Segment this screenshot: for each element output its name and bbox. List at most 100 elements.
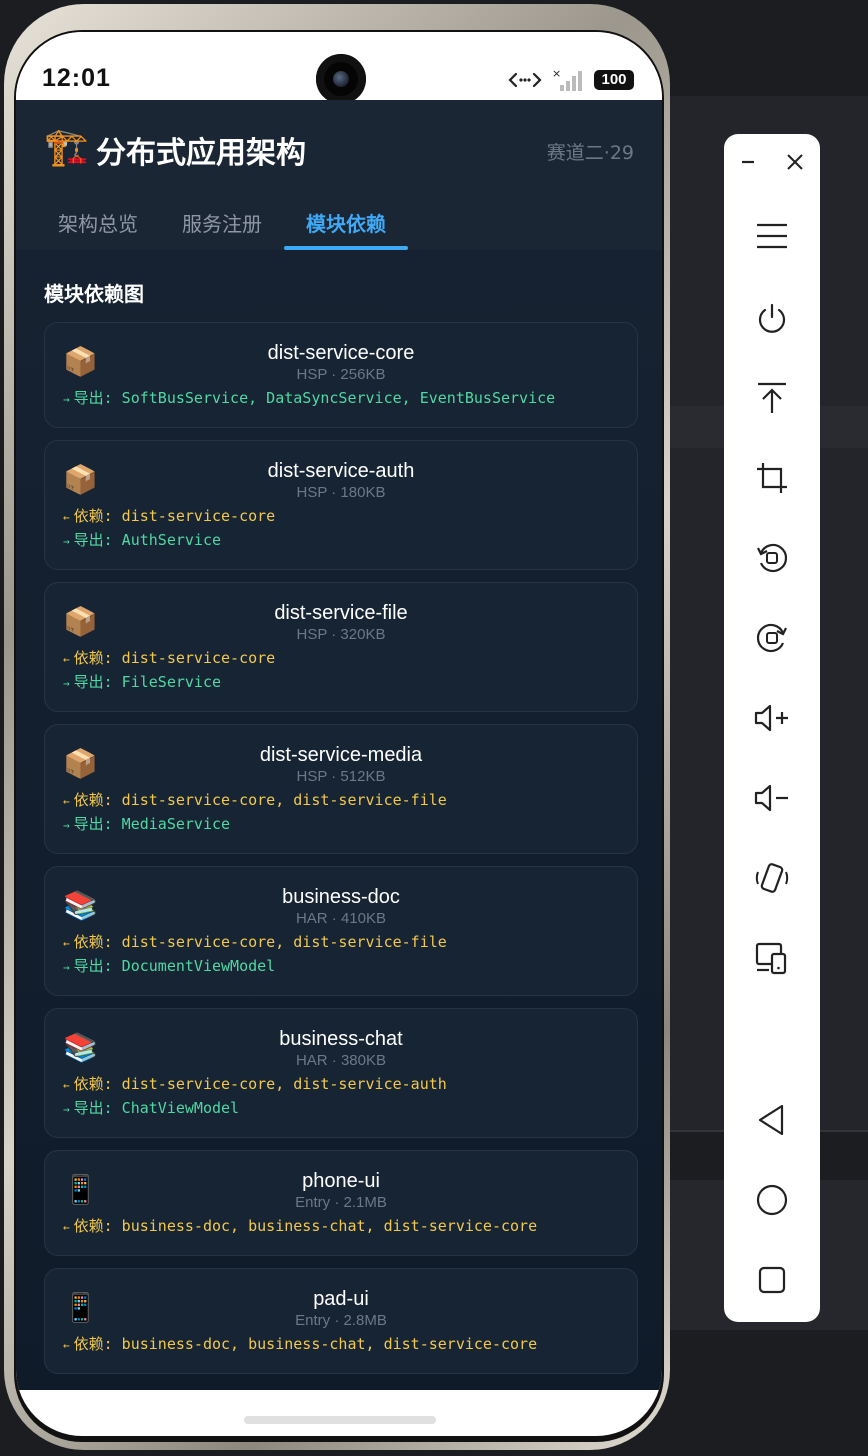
- close-button[interactable]: [779, 148, 811, 180]
- module-name: phone-ui: [302, 1170, 380, 1192]
- phone-bezel: 12:01 × 100 🏗️ 分布式应用架构 赛道二·29 架构总览 服务注册 …: [14, 30, 664, 1442]
- crop-button[interactable]: [748, 456, 796, 504]
- home-indicator[interactable]: [244, 1416, 436, 1424]
- signal-icon: ×: [552, 68, 584, 92]
- module-card[interactable]: 📱 phone-ui Entry · 2.1MB ← 依赖: business-d…: [44, 1150, 638, 1256]
- module-dependency-text: 依赖: dist-service-core: [73, 507, 276, 525]
- status-icons: × 100: [508, 68, 634, 92]
- recents-button[interactable]: [748, 1258, 796, 1306]
- rotate-left-button[interactable]: [748, 536, 796, 584]
- volume-up-icon: [753, 701, 791, 739]
- module-dependency-line: ← 依赖: dist-service-core: [63, 647, 619, 671]
- module-meta: Entry · 2.8MB: [295, 1312, 387, 1329]
- mobile-phone-icon: 📱: [63, 1291, 98, 1324]
- power-button[interactable]: [748, 297, 796, 345]
- package-icon: 📦: [63, 345, 98, 378]
- back-button[interactable]: [748, 1098, 796, 1146]
- battery-icon: 100: [594, 70, 634, 90]
- module-name: business-chat: [279, 1028, 403, 1050]
- minimize-icon: [739, 153, 757, 175]
- module-meta: HSP · 512KB: [296, 768, 386, 785]
- recents-icon: [756, 1264, 788, 1300]
- module-export-line: → 导出: DocumentViewModel: [63, 955, 619, 979]
- arrow-left-icon: ←: [63, 937, 70, 950]
- arrow-right-icon: →: [63, 535, 70, 548]
- module-card[interactable]: 📚 business-chat HAR · 380KB ← 依赖: dist-se…: [44, 1008, 638, 1138]
- module-card[interactable]: 📦 dist-service-auth HSP · 180KB ← 依赖: dis…: [44, 440, 638, 570]
- module-dependency-line: ← 依赖: dist-service-core, dist-service-fil…: [63, 789, 619, 813]
- module-card[interactable]: 📚 business-doc HAR · 410KB ← 依赖: dist-ser…: [44, 866, 638, 996]
- module-export-line: → 导出: SoftBusService, DataSyncService, Ev…: [63, 387, 619, 411]
- module-meta: HAR · 380KB: [295, 1052, 387, 1069]
- minimize-button[interactable]: [732, 148, 764, 180]
- module-relations: ← 依赖: dist-service-core, dist-service-aut…: [45, 1071, 637, 1137]
- close-icon: [785, 152, 805, 176]
- menu-icon: [755, 221, 789, 255]
- data-transfer-icon: [508, 70, 542, 90]
- arrow-right-icon: →: [63, 961, 70, 974]
- module-dependency-line: ← 依赖: dist-service-core: [63, 505, 619, 529]
- module-export-text: 导出: FileService: [73, 673, 222, 691]
- module-relations: → 导出: SoftBusService, DataSyncService, Ev…: [45, 385, 637, 427]
- status-time: 12:01: [42, 64, 111, 92]
- module-card[interactable]: 📦 dist-service-media HSP · 512KB ← 依赖: di…: [44, 724, 638, 854]
- module-meta: HSP · 320KB: [296, 626, 386, 643]
- module-card[interactable]: 📦 dist-service-file HSP · 320KB ← 依赖: dis…: [44, 582, 638, 712]
- emulator-toolbar: [724, 134, 820, 1322]
- arrow-left-icon: ←: [63, 511, 70, 524]
- phone-frame: 12:01 × 100 🏗️ 分布式应用架构 赛道二·29 架构总览 服务注册 …: [4, 4, 670, 1450]
- module-export-text: 导出: DocumentViewModel: [73, 957, 276, 975]
- module-name: dist-service-media: [259, 744, 423, 766]
- shake-icon: [754, 860, 790, 900]
- multi-device-icon: [754, 940, 790, 980]
- package-icon: 📦: [63, 605, 98, 638]
- tab-service-registry[interactable]: 服务注册: [160, 196, 284, 250]
- arrow-right-icon: →: [63, 393, 70, 406]
- app-container: 🏗️ 分布式应用架构 赛道二·29 架构总览 服务注册 模块依赖 模块依赖图 📦…: [16, 100, 662, 1390]
- arrow-right-icon: →: [63, 819, 70, 832]
- package-icon: 📦: [63, 747, 98, 780]
- module-card[interactable]: 📦 dist-service-core HSP · 256KB → 导出: Sof…: [44, 322, 638, 428]
- rotate-right-icon: [755, 621, 789, 659]
- menu-button[interactable]: [748, 214, 796, 262]
- home-button[interactable]: [748, 1178, 796, 1226]
- module-export-text: 导出: AuthService: [73, 531, 222, 549]
- power-icon: [755, 302, 789, 340]
- arrow-left-icon: ←: [63, 1221, 70, 1234]
- tab-module-dependencies[interactable]: 模块依赖: [284, 196, 408, 250]
- shake-button[interactable]: [748, 856, 796, 904]
- pin-top-button[interactable]: [748, 376, 796, 424]
- module-dependency-text: 依赖: business-doc, business-chat, dist-se…: [73, 1217, 538, 1235]
- module-meta: Entry · 2.1MB: [295, 1194, 387, 1211]
- module-relations: ← 依赖: business-doc, business-chat, dist-s…: [45, 1213, 637, 1255]
- module-export-text: 导出: SoftBusService, DataSyncService, Eve…: [73, 389, 556, 407]
- arrow-right-icon: →: [63, 677, 70, 690]
- module-card[interactable]: 📱 pad-ui Entry · 2.8MB ← 依赖: business-doc…: [44, 1268, 638, 1374]
- arrow-left-icon: ←: [63, 1339, 70, 1352]
- package-icon: 📦: [63, 463, 98, 496]
- multi-device-button[interactable]: [748, 936, 796, 984]
- module-list: 📦 dist-service-core HSP · 256KB → 导出: Sof…: [44, 322, 638, 1386]
- module-relations: ← 依赖: dist-service-core, dist-service-fil…: [45, 787, 637, 853]
- module-relations: ← 依赖: dist-service-core → 导出: FileService: [45, 645, 637, 711]
- module-name: business-doc: [282, 886, 400, 908]
- module-export-text: 导出: MediaService: [73, 815, 231, 833]
- app-subtitle: 赛道二·29: [546, 142, 634, 164]
- module-dependency-line: ← 依赖: dist-service-core, dist-service-aut…: [63, 1073, 619, 1097]
- module-meta: HAR · 410KB: [295, 910, 387, 927]
- rotate-right-button[interactable]: [748, 616, 796, 664]
- module-name: dist-service-core: [267, 342, 415, 364]
- books-icon: 📚: [63, 1031, 98, 1064]
- volume-up-button[interactable]: [748, 696, 796, 744]
- tab-bar: 架构总览 服务注册 模块依赖: [36, 196, 408, 250]
- back-icon: [756, 1103, 788, 1141]
- status-bar: 12:01 × 100: [16, 32, 662, 104]
- module-dependency-text: 依赖: dist-service-core, dist-service-auth: [73, 1075, 447, 1093]
- pin-top-icon: [755, 381, 789, 419]
- section-title: 模块依赖图: [44, 282, 144, 306]
- tab-architecture-overview[interactable]: 架构总览: [36, 196, 160, 250]
- volume-down-button[interactable]: [748, 776, 796, 824]
- module-export-line: → 导出: MediaService: [63, 813, 619, 837]
- front-camera: [316, 54, 366, 104]
- phone-screen: 12:01 × 100 🏗️ 分布式应用架构 赛道二·29 架构总览 服务注册 …: [16, 32, 662, 1436]
